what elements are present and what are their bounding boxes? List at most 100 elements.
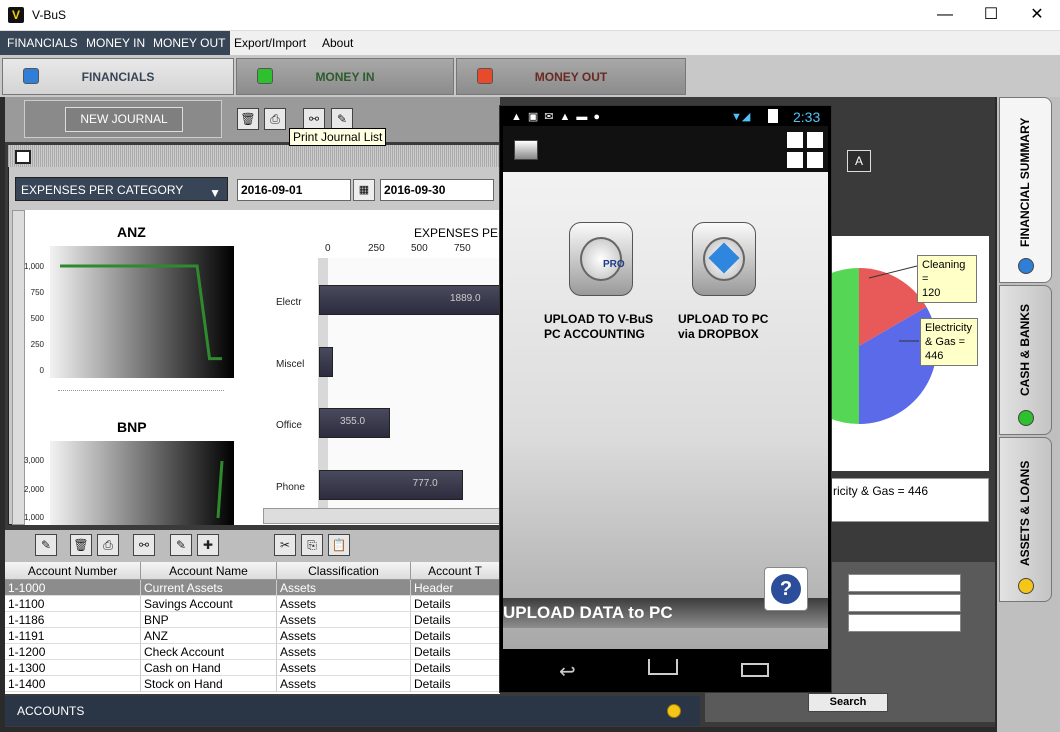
table-row[interactable]: 1-1100 Savings Account Assets Details — [5, 596, 500, 612]
chevron-down-icon: ▼ — [209, 186, 221, 200]
table-cell: 1-1100 — [5, 596, 141, 612]
phone-action-bar — [503, 126, 828, 172]
upload-pc-label: UPLOAD TO V-BuS PC ACCOUNTING — [544, 312, 654, 341]
date-from-input[interactable]: 2016-09-01 — [237, 179, 351, 201]
menu-money-out[interactable]: MONEY OUT — [148, 31, 231, 55]
table-cell: Savings Account — [141, 596, 277, 612]
anz-chart — [50, 246, 234, 378]
edit-list-icon[interactable]: ✎ — [170, 534, 192, 556]
table-row[interactable]: 1-1400 Stock on Hand Assets Details — [5, 676, 500, 692]
link-icon[interactable]: ⚯ — [133, 534, 155, 556]
menu-money-in[interactable]: MONEY IN — [81, 31, 151, 55]
anz-ytick: 0 — [39, 366, 44, 375]
table-cell: 1-1000 — [5, 580, 141, 596]
search-field-1[interactable] — [848, 574, 961, 592]
column-header[interactable]: Classification — [277, 562, 411, 580]
table-row[interactable]: 1-1200 Check Account Assets Details — [5, 644, 500, 660]
table-row[interactable]: 1-1300 Cash on Hand Assets Details — [5, 660, 500, 676]
pie-slice-other[interactable] — [781, 268, 859, 424]
delete-icon[interactable]: 🗑 — [237, 108, 259, 130]
report-type-select[interactable]: EXPENSES PER CATEGORY ▼ — [15, 177, 228, 201]
tab-financials-label: FINANCIALS — [81, 70, 155, 84]
blue-square-icon — [23, 68, 39, 84]
accounts-table: Account Number Account Name Classificati… — [5, 562, 500, 694]
column-header[interactable]: Account T — [411, 562, 500, 580]
title-bar — [0, 0, 1060, 31]
help-icon[interactable]: ? — [764, 567, 808, 611]
pie-callout-cleaning: Cleaning = 120 — [917, 255, 977, 303]
paste-icon[interactable]: 📋 — [328, 534, 350, 556]
green-square-icon — [257, 68, 273, 84]
upload-dropbox-button[interactable] — [692, 222, 756, 296]
search-field-3[interactable] — [848, 614, 961, 632]
cut-icon[interactable]: ✂ — [274, 534, 296, 556]
table-cell: 1-1400 — [5, 676, 141, 692]
window-icon[interactable] — [15, 150, 31, 164]
upload-pc-button[interactable]: PRO — [569, 222, 633, 296]
link-icon[interactable]: ⚯ — [303, 108, 325, 130]
column-header[interactable]: Account Name — [141, 562, 277, 580]
bnp-ytick: 1,000 — [23, 513, 44, 522]
minimize-button[interactable]: — — [922, 0, 968, 30]
grid-icon[interactable] — [807, 152, 823, 168]
new-journal-button[interactable]: NEW JOURNAL — [65, 107, 183, 132]
grid-icon[interactable] — [787, 132, 803, 148]
table-row[interactable]: 1-1186 BNP Assets Details — [5, 612, 500, 628]
expense-bar[interactable] — [319, 347, 334, 377]
add-account-icon[interactable]: ✚ — [197, 534, 219, 556]
close-button[interactable]: ✕ — [1014, 0, 1060, 30]
accounts-footer[interactable]: ACCOUNTS — [5, 696, 700, 726]
tab-financials[interactable]: FINANCIALS — [2, 58, 234, 95]
bar-value-label: 1889.0 — [450, 293, 481, 304]
search-button[interactable]: Search — [808, 693, 888, 712]
table-row[interactable]: 1-1000 Current Assets Assets Header — [5, 580, 500, 596]
print-icon[interactable]: ⎙ — [264, 108, 286, 130]
sidebar-tab-assets-loans[interactable]: ASSETS & LOANS — [999, 437, 1052, 602]
sidebar-tab-cash-banks[interactable]: CASH & BANKS — [999, 285, 1052, 435]
pie-legend: ricity & Gas = 446 — [829, 478, 989, 522]
menu-bar: FINANCIALS MONEY IN MONEY OUT Export/Imp… — [0, 31, 1060, 55]
table-cell: ANZ — [141, 628, 277, 644]
category-label: Phone — [276, 482, 305, 493]
tab-money-in[interactable]: MONEY IN — [236, 58, 454, 95]
calendar-icon[interactable]: ▦ — [353, 179, 375, 201]
bnp-line-svg — [216, 460, 224, 519]
recent-apps-icon[interactable] — [741, 663, 769, 677]
text-a-icon[interactable]: A — [847, 150, 871, 172]
edit-account-icon[interactable]: ✎ — [35, 534, 57, 556]
help-question-mark: ? — [771, 574, 801, 604]
tab-money-out[interactable]: MONEY OUT — [456, 58, 686, 95]
menu-export-import[interactable]: Export/Import — [229, 31, 311, 55]
upload-dropbox-label: UPLOAD TO PC via DROPBOX — [678, 312, 769, 341]
menu-financials[interactable]: FINANCIALS — [2, 31, 83, 55]
table-cell: Stock on Hand — [141, 676, 277, 692]
table-row[interactable]: 1-1191 ANZ Assets Details — [5, 628, 500, 644]
battery-icon — [768, 109, 778, 123]
delete-icon[interactable]: 🗑 — [70, 534, 92, 556]
search-field-2[interactable] — [848, 594, 961, 612]
edit-list-icon[interactable]: ✎ — [331, 108, 353, 130]
phone-time: 2:33 — [793, 109, 821, 125]
print-icon[interactable]: ⎙ — [97, 534, 119, 556]
anz-series-line — [60, 264, 222, 361]
grid-icon[interactable] — [787, 152, 803, 168]
sidebar-label: CASH & BANKS — [1018, 304, 1032, 397]
grid-icon[interactable] — [807, 132, 823, 148]
home-icon[interactable] — [648, 659, 678, 675]
column-header[interactable]: Account Number — [5, 562, 141, 580]
category-label: Miscel — [276, 359, 305, 370]
table-cell: 1-1200 — [5, 644, 141, 660]
anz-ytick: 750 — [30, 288, 44, 297]
expenses-chart-title: EXPENSES PER — [414, 226, 507, 240]
table-cell: 1-1186 — [5, 612, 141, 628]
x-tick-label: 0 — [325, 243, 331, 254]
date-to-input[interactable]: 2016-09-30 — [380, 179, 494, 201]
maximize-button[interactable]: ☐ — [968, 0, 1014, 30]
sidebar-tab-financial-summary[interactable]: FINANCIAL SUMMARY — [999, 97, 1052, 283]
chart-horizontal-scrollbar[interactable] — [263, 508, 500, 524]
menu-about[interactable]: About — [317, 31, 358, 55]
back-icon[interactable]: ↩ — [559, 659, 576, 684]
anz-line-svg — [60, 264, 222, 361]
expense-bar[interactable] — [319, 470, 463, 500]
copy-icon[interactable]: ⎘ — [301, 534, 323, 556]
